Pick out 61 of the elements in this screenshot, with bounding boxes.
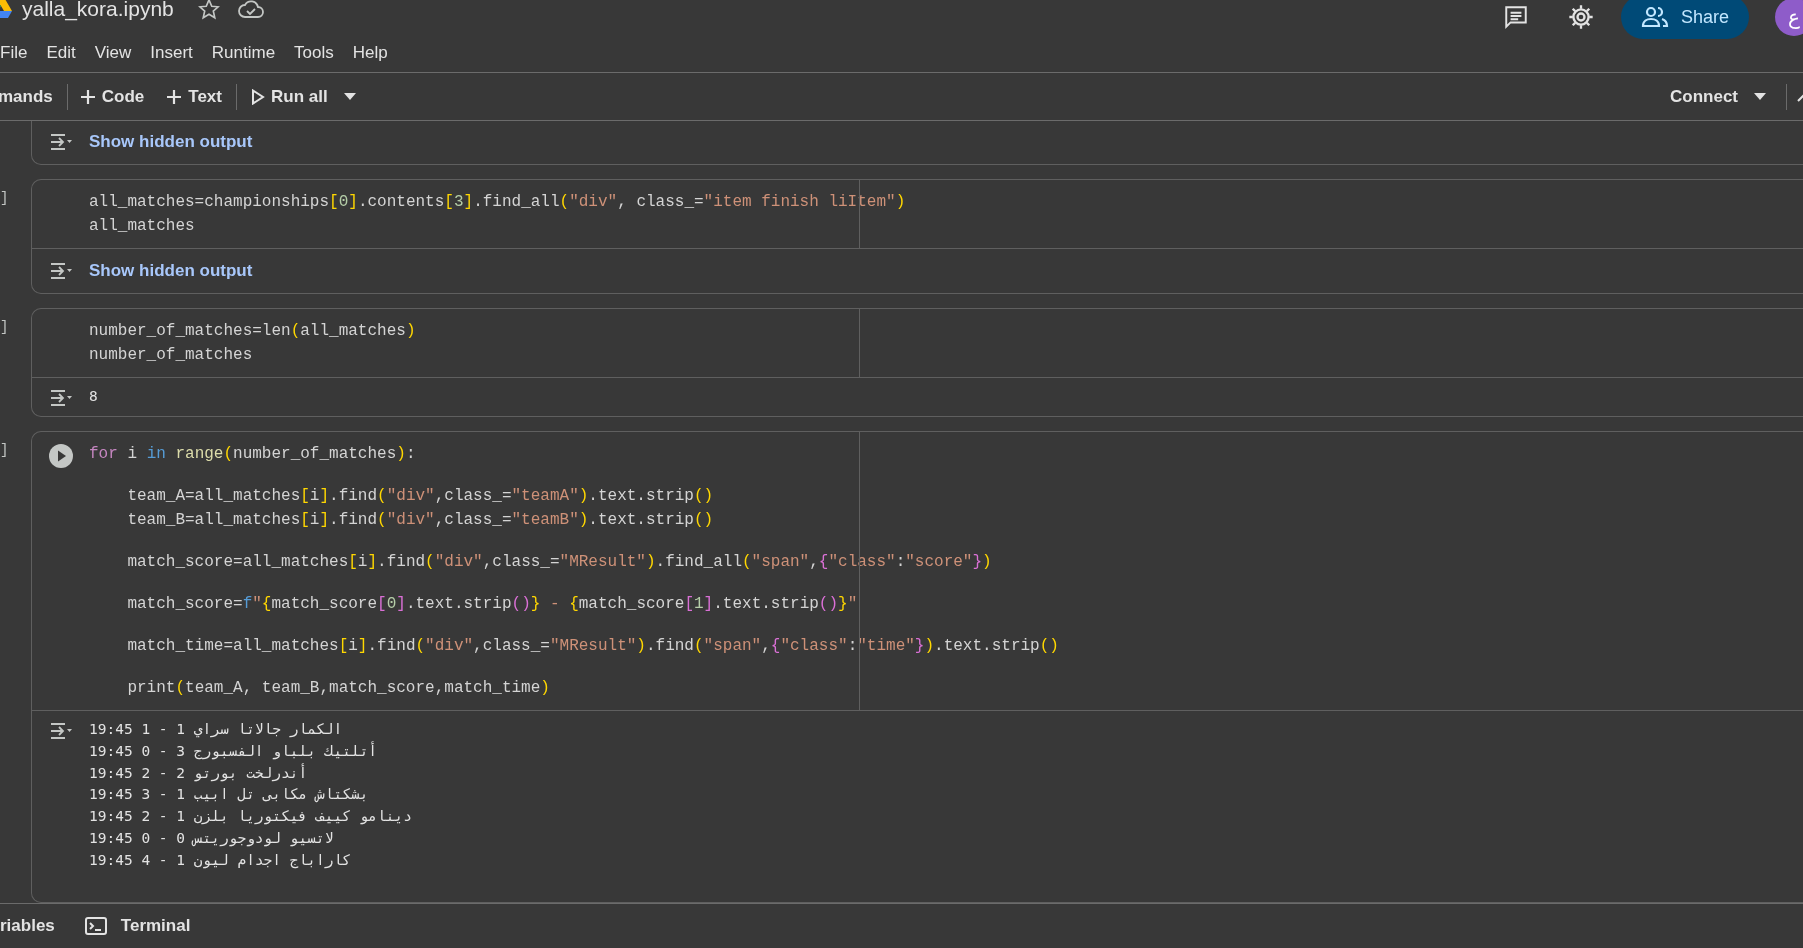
menu-item[interactable]: File [0, 40, 28, 66]
cloud-icon [237, 0, 264, 19]
code-line: match_time=all_matches[i].find("div",class_="MResult").find("span",{"class":"time"}).text.strip() [126, 636, 1059, 657]
menu-item[interactable]: Tools [294, 40, 334, 66]
code-line: team_B=all_matches[i].find("div",class_="teamB").text.strip() [126, 510, 715, 531]
notebook-title[interactable]: yalla_kora.ipynb [22, 0, 174, 25]
menu-item[interactable]: Insert [150, 40, 193, 66]
add-code-button[interactable]: Code [79, 83, 145, 110]
output-line: 19:45 0 - 0 لاتسيو لودوجوريتس [89, 829, 335, 849]
output-line: 19:45 0 - 3 أتلتيك بلباو الفسبورج [89, 740, 379, 762]
code-cell[interactable]: Show hidden output [31, 121, 1803, 165]
show-hidden-output-link[interactable]: Show hidden output [89, 130, 253, 154]
collapse-output-icon[interactable] [48, 721, 73, 741]
plus-icon [79, 88, 96, 105]
code-line: team_A=all_matches[i].find("div",class_="teamA").text.strip() [126, 486, 715, 507]
play-icon [251, 88, 265, 105]
settings-icon[interactable] [1566, 3, 1595, 31]
code-line: all_matches [89, 216, 196, 237]
code-cell[interactable] [31, 431, 1803, 903]
cell-bracket: ] [0, 319, 9, 335]
code-line: print(team_A, team_B,match_score,match_time) [126, 678, 551, 699]
code-line: match_score=all_matches[i].find("div",class_="MResult").find_all("span",{"class":"score"}) [126, 552, 993, 573]
code-cell[interactable]: all_matches=championships[0].contents[3].find_all("div", class_="item finish liItem") all_matches Show hidden output [31, 179, 1803, 294]
menu-item[interactable]: Edit [46, 40, 76, 66]
code-line: for i in range(number_of_matches): [89, 444, 417, 465]
share-button[interactable]: Share [1620, 0, 1749, 39]
cell-bracket: ] [0, 190, 9, 206]
output-line: 19:45 1 - 1 الكمار جالاتا سراي [89, 720, 344, 740]
output-line: 8 [89, 387, 98, 406]
people-icon [1640, 6, 1669, 28]
caret-icon [1754, 92, 1766, 101]
terminal-tab[interactable]: Terminal [84, 913, 191, 939]
code-cell[interactable]: number_of_matches=len(all_matches) number_of_matches 8 [31, 308, 1803, 417]
code-line: match_score=f"{match_score[0].text.strip()} - {match_score[1].text.strip()}" [126, 594, 859, 615]
play-icon [47, 443, 74, 469]
comment-icon[interactable] [1502, 4, 1529, 30]
dropdown-caret-icon[interactable] [343, 92, 356, 101]
menu-item[interactable]: Runtime [211, 40, 276, 66]
connect-button[interactable]: Connect [1670, 83, 1766, 110]
output-line: 19:45 2 - 1 دينامو كييف فيكتوريا بلزن [89, 807, 412, 827]
variables-tab[interactable]: riables [0, 913, 55, 939]
code-line: number_of_matches [89, 345, 254, 366]
code-line: all_matches=championships[0].contents[3].find_all("div", class_="item finish liItem") [89, 192, 906, 213]
add-text-button[interactable]: Text [166, 83, 222, 110]
code-line: number_of_matches=len(all_matches) [89, 321, 416, 342]
collapse-output-icon[interactable] [48, 261, 73, 281]
collapse-output-icon[interactable] [48, 132, 73, 152]
star-icon[interactable] [197, 0, 220, 20]
output-line: 19:45 3 - 1 بشكتاش مكابى تل ابيب [89, 785, 370, 805]
plus-icon [166, 88, 183, 105]
user-avatar[interactable]: ع [1775, 0, 1803, 36]
menu-item[interactable]: View [94, 40, 132, 66]
collapse-output-icon[interactable] [48, 388, 73, 408]
cell-bracket: ] [0, 442, 9, 458]
show-hidden-output-link[interactable]: Show hidden output [89, 259, 253, 283]
run-all-button[interactable]: Run all [251, 83, 328, 110]
output-line: 19:45 4 - 1 كاراباج اجدام ليون [89, 850, 352, 871]
output-line: 19:45 2 - 2 أندرلخت بورتو [89, 762, 309, 784]
terminal-icon [84, 917, 107, 935]
menu-item[interactable]: Help [352, 40, 388, 66]
run-cell-button[interactable] [47, 443, 74, 469]
